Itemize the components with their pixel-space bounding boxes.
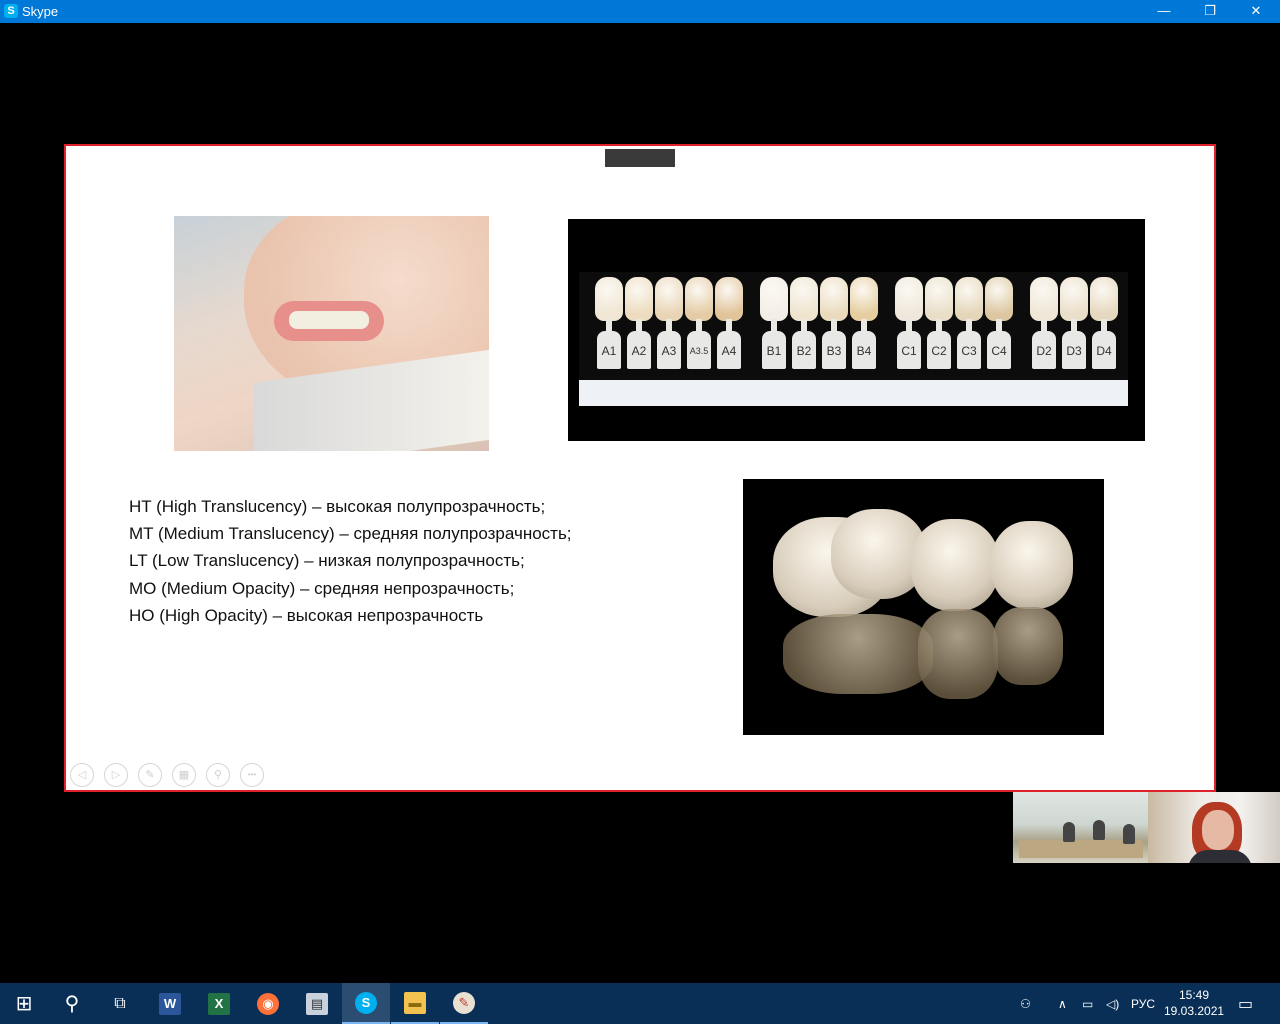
shade-label: B4 [852, 331, 876, 369]
shade-tab-c4: C4 [985, 277, 1013, 373]
zirconia-bridge-photo [743, 479, 1104, 735]
title-bar: S Skype — ❐ ✕ [0, 0, 1280, 23]
prev-slide-icon[interactable]: ◁ [70, 763, 94, 787]
close-button[interactable]: ✕ [1233, 0, 1279, 23]
screen-share-indicator[interactable] [605, 149, 675, 167]
shade-label: A3.5 [687, 331, 711, 369]
taskbar-search-button[interactable]: ⚲ [48, 983, 96, 1024]
shade-label: A4 [717, 331, 741, 369]
shade-tab-b2: B2 [790, 277, 818, 373]
shade-label: C2 [927, 331, 951, 369]
shade-label: B3 [822, 331, 846, 369]
shade-tab-d4: D4 [1090, 277, 1118, 373]
shade-label: D4 [1092, 331, 1116, 369]
shade-tab-b4: B4 [850, 277, 878, 373]
taskbar-excel[interactable]: X [195, 983, 243, 1024]
shade-tab-c1: C1 [895, 277, 923, 373]
taskbar-skype[interactable]: S [342, 983, 390, 1024]
taskbar-firefox[interactable]: ◉ [244, 983, 292, 1024]
skype-logo-icon: S [4, 4, 18, 18]
task-view-icon: ⧉ [114, 994, 126, 1012]
next-slide-icon[interactable]: ▷ [104, 763, 128, 787]
windows-logo-icon: ⊞ [15, 993, 33, 1015]
notifications-icon[interactable]: ▭ [1238, 983, 1253, 1024]
taskbar-word[interactable]: W [146, 983, 194, 1024]
remote-video-classroom[interactable] [1013, 792, 1148, 863]
shade-tab-a3-5: A3.5 [685, 277, 713, 373]
file-explorer-icon: ▬ [404, 991, 426, 1014]
excel-icon: X [208, 992, 230, 1015]
translucency-line: LT (Low Translucency) – низкая полупрозр… [129, 551, 525, 571]
shade-label: D3 [1062, 331, 1086, 369]
shade-label: B2 [792, 331, 816, 369]
shade-tab-b3: B3 [820, 277, 848, 373]
start-button[interactable]: ⊞ [0, 983, 48, 1024]
translucency-line: MO (Medium Opacity) – средняя непрозрачн… [129, 578, 515, 598]
vita-shade-guide-photo: A1 A2 A3 A3.5 A4 B1 B2 B3 B4 C1 C2 C3 C4 D2 D3 D4 [568, 219, 1145, 441]
taskbar-file-explorer[interactable]: ▬ [391, 983, 439, 1024]
translucency-list: HT (High Translucency) – высокая полупро… [129, 493, 689, 629]
shade-tab-c3: C3 [955, 277, 983, 373]
clock-date: 19.03.2021 [1164, 1004, 1225, 1018]
more-icon[interactable]: ••• [240, 763, 264, 787]
shade-label: C4 [987, 331, 1011, 369]
shared-screen-slide: A1 A2 A3 A3.5 A4 B1 B2 B3 B4 C1 C2 C3 C4 D2 D3 D4 HT (H… [64, 144, 1216, 792]
shade-tab-d2: D2 [1030, 277, 1058, 373]
translucency-line: MT (Medium Translucency) – средняя полуп… [129, 524, 572, 544]
windows-taskbar: ⊞ ⚲ ⧉ W X ◉ ▤ S ▬ ✎ ⚇ ∧ ▭ ◁) РУС 15:49 1… [0, 983, 1280, 1024]
shade-tab-b1: B1 [760, 277, 788, 373]
shade-label: C1 [897, 331, 921, 369]
paint-icon: ✎ [453, 991, 475, 1014]
smile-shade-guide-photo [174, 216, 489, 451]
skype-icon: S [355, 991, 377, 1014]
shade-tab-a2: A2 [625, 277, 653, 373]
search-icon: ⚲ [64, 993, 80, 1015]
translucency-line: HT (High Translucency) – высокая полупро… [129, 497, 546, 516]
taskbar-calculator[interactable]: ▤ [293, 983, 341, 1024]
volume-icon[interactable]: ◁) [1106, 983, 1119, 1024]
taskbar-paint[interactable]: ✎ [440, 983, 488, 1024]
shade-tab-d3: D3 [1060, 277, 1088, 373]
window-title: Skype [22, 4, 59, 19]
shade-label: A1 [597, 331, 621, 369]
remote-video-presenter[interactable] [1148, 792, 1280, 863]
minimize-button[interactable]: — [1141, 0, 1187, 23]
shade-tab-a1: A1 [595, 277, 623, 373]
shade-label: D2 [1032, 331, 1056, 369]
task-view-button[interactable]: ⧉ [96, 983, 144, 1024]
show-hidden-icons-button[interactable]: ∧ [1058, 983, 1067, 1024]
firefox-icon: ◉ [257, 992, 279, 1015]
word-icon: W [159, 992, 181, 1015]
network-icon[interactable]: ▭ [1082, 983, 1093, 1024]
pen-icon[interactable]: ✎ [138, 763, 162, 787]
calculator-icon: ▤ [306, 992, 328, 1015]
language-indicator[interactable]: РУС [1131, 983, 1155, 1024]
shade-label: A2 [627, 331, 651, 369]
slides-grid-icon[interactable]: ▦ [172, 763, 196, 787]
shade-label: A3 [657, 331, 681, 369]
people-icon[interactable]: ⚇ [1020, 983, 1031, 1024]
translucency-line: HO (High Opacity) – высокая непрозрачнос… [129, 605, 484, 625]
maximize-button[interactable]: ❐ [1187, 0, 1233, 23]
shade-tab-c2: C2 [925, 277, 953, 373]
zoom-icon[interactable]: ⚲ [206, 763, 230, 787]
clock-time: 15:49 [1178, 988, 1210, 1002]
shade-tab-a4: A4 [715, 277, 743, 373]
clock[interactable]: 15:49 19.03.2021 [1164, 987, 1224, 1019]
shade-label: C3 [957, 331, 981, 369]
shade-label: B1 [762, 331, 786, 369]
shade-tab-a3: A3 [655, 277, 683, 373]
